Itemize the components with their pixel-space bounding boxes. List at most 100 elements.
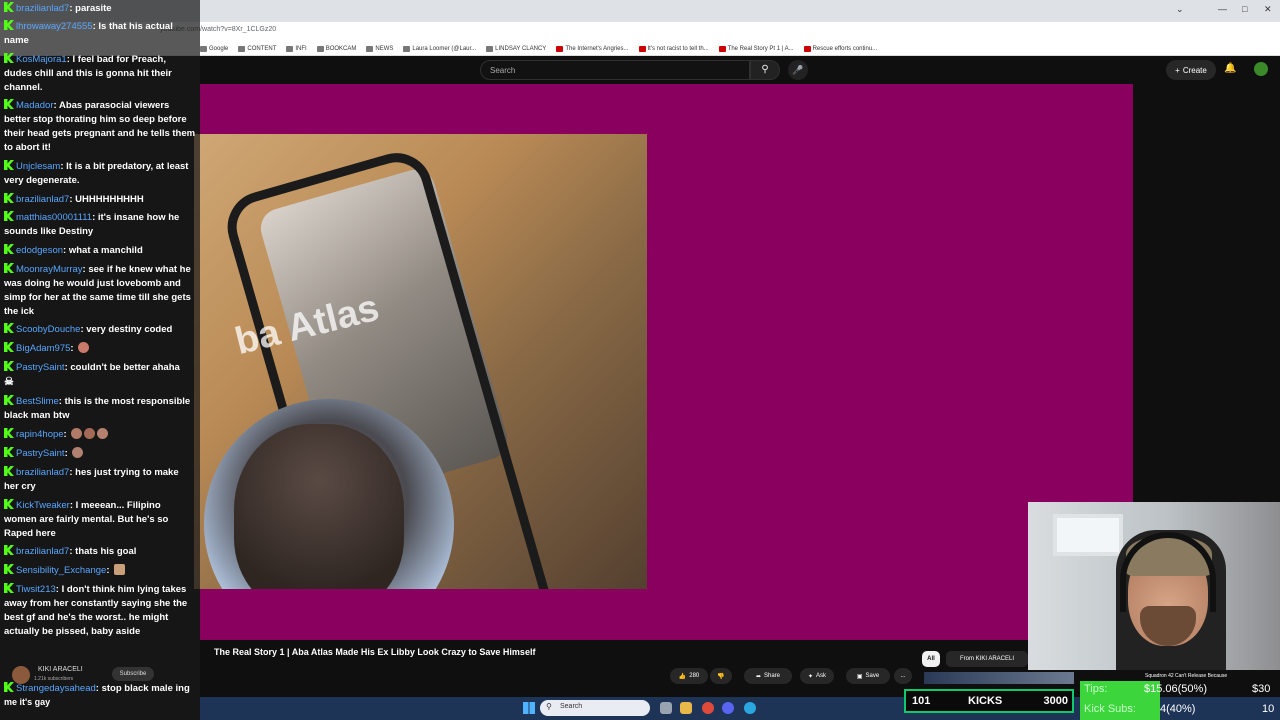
search-icon: ⚲	[761, 64, 769, 75]
kick-badge-icon	[4, 263, 14, 273]
kick-badge-icon	[4, 244, 14, 254]
chat-message: Tiwsit213: I don't think him lying takes…	[4, 583, 188, 637]
chat-message: rapin4hope:	[4, 428, 196, 442]
kick-badge-icon	[4, 361, 14, 371]
chevron-down-icon[interactable]: ⌄	[1176, 4, 1184, 15]
recommendation-thumbnail[interactable]	[924, 672, 1074, 684]
save-button[interactable]: ▣ Save	[846, 668, 890, 684]
kick-badge-icon	[4, 53, 14, 63]
emote-icon	[71, 428, 83, 439]
search-icon: ⚲	[546, 702, 552, 711]
youtube-icon	[718, 45, 726, 52]
kick-badge-icon	[4, 545, 14, 555]
file-explorer-icon[interactable]	[680, 702, 692, 714]
share-button[interactable]: ➦ Share	[744, 668, 792, 684]
kick-badge-icon	[4, 583, 14, 593]
bookmark-item[interactable]: The Real Story Pt 1 | A...	[718, 45, 794, 52]
webcam-feed	[1028, 502, 1280, 670]
kick-badge-icon	[4, 323, 14, 333]
chat-message: lhrowaway274555: Is that his actual name	[4, 20, 173, 46]
channel-name[interactable]: KIKI ARACELI	[38, 666, 83, 673]
youtube-icon	[803, 45, 811, 52]
chat-message: brazilianlad7: thats his goal	[4, 545, 196, 559]
discord-icon[interactable]	[722, 702, 734, 714]
bell-icon[interactable]: 🔔	[1224, 63, 1236, 74]
bookmark-item[interactable]: INFI	[286, 45, 307, 52]
folder-icon	[286, 45, 294, 52]
search-button[interactable]: ⚲	[750, 60, 780, 80]
emote-icon	[78, 342, 90, 353]
chat-message: KickTweaker: I meeean... Filipino women …	[4, 499, 169, 539]
taskbar-search-label: Search	[560, 703, 583, 710]
bookmark-item[interactable]: BOOKCAM	[316, 45, 356, 52]
channel-avatar[interactable]	[12, 666, 30, 684]
bookmark-item[interactable]: It's not racist to tell th...	[638, 45, 709, 52]
task-view-icon[interactable]	[660, 702, 672, 714]
bookmark-item[interactable]: Google	[200, 45, 228, 52]
reddit-icon	[556, 45, 564, 52]
kicks-current: 101	[912, 695, 931, 707]
bookmark-item[interactable]: CONTENT	[238, 45, 276, 52]
emote-icon	[114, 564, 126, 575]
chat-message: Madador: Abas parasocial viewers better …	[4, 99, 196, 153]
bookmark-item[interactable]: LINDSAY CLANCY	[486, 45, 546, 52]
youtube-icon	[638, 45, 646, 52]
more-actions-button[interactable]: ...	[894, 668, 912, 684]
chip-all[interactable]: All	[922, 651, 940, 667]
tips-goal: $30	[1252, 683, 1271, 695]
chip-from-channel[interactable]: From KIKI ARACELI	[946, 651, 1028, 667]
kick-badge-icon	[4, 20, 14, 30]
ask-button[interactable]: ✦ Ask	[800, 668, 834, 684]
kick-badge-icon	[4, 395, 14, 405]
chat-message: PastrySaint:	[4, 447, 196, 461]
avatar[interactable]	[1254, 62, 1268, 76]
bookmark-item[interactable]: NEWS	[366, 45, 393, 52]
chat-message: BigAdam975:	[4, 342, 196, 356]
telegram-icon[interactable]	[744, 702, 756, 714]
bookmark-item[interactable]: The Internet's Angries...	[556, 45, 629, 52]
video-player[interactable]: ba Atlas	[194, 84, 1133, 640]
maximize-icon[interactable]: □	[1242, 4, 1247, 14]
folder-icon	[238, 45, 246, 52]
chat-message: Unjclesam: It is a bit predatory, at lea…	[4, 160, 189, 186]
chrome-icon[interactable]	[702, 702, 714, 714]
kick-badge-icon	[4, 466, 14, 476]
voice-search-button[interactable]: 🎤	[788, 60, 808, 80]
windows-start-icon[interactable]	[523, 702, 535, 714]
subs-label: Kick Subs:	[1084, 703, 1136, 715]
kick-badge-icon	[4, 99, 14, 109]
bookmark-item[interactable]: Laura Loomer (@Laur...	[403, 45, 476, 52]
thumbs-down-icon: 👎	[717, 673, 725, 680]
chat-message: ScoobyDouche: very destiny coded	[4, 323, 196, 337]
kick-badge-icon	[4, 193, 14, 203]
video-info: The Real Story 1 | Aba Atlas Made His Ex…	[200, 640, 1030, 696]
kick-badge-icon	[4, 564, 14, 574]
kick-badge-icon	[4, 428, 14, 438]
chat-message: PastrySaint: couldn't be better ahaha ☠	[4, 361, 180, 388]
subs-value: 4(40%)	[1160, 703, 1196, 715]
dislike-button[interactable]: 👎	[710, 668, 732, 684]
video-frame: ba Atlas	[194, 134, 647, 589]
sidebar-area	[1133, 84, 1280, 502]
face	[234, 424, 404, 589]
share-icon: ➦	[755, 673, 761, 680]
emote-icon	[72, 447, 84, 458]
chat-message: matthias00001111: it's insane how he sou…	[4, 211, 180, 237]
taskbar-search[interactable]: ⚲ Search	[540, 700, 650, 716]
chat-overlay: brazilianlad7: parasite lhrowaway274555:…	[0, 0, 200, 720]
like-button[interactable]: 👍 280	[670, 668, 708, 684]
minimize-icon[interactable]: —	[1218, 4, 1227, 14]
skull-icon: ☠	[4, 376, 14, 388]
subscribe-button[interactable]: Subscribe	[112, 667, 154, 681]
folder-icon	[486, 45, 494, 52]
create-button[interactable]: + Create	[1166, 60, 1216, 80]
close-icon[interactable]: ✕	[1264, 4, 1272, 15]
subs-goal: 10	[1262, 703, 1275, 715]
recommendation-title[interactable]: Squadron 42 Can't Release Because	[1145, 673, 1227, 679]
chat-message: brazilianlad7: parasite	[4, 2, 196, 16]
kick-badge-icon	[4, 682, 14, 692]
video-title: The Real Story 1 | Aba Atlas Made His Ex…	[214, 647, 536, 657]
bookmark-item[interactable]: Rescue efforts continu...	[803, 45, 877, 52]
search-input[interactable]: Search	[480, 60, 750, 80]
emote-icon	[97, 428, 109, 439]
